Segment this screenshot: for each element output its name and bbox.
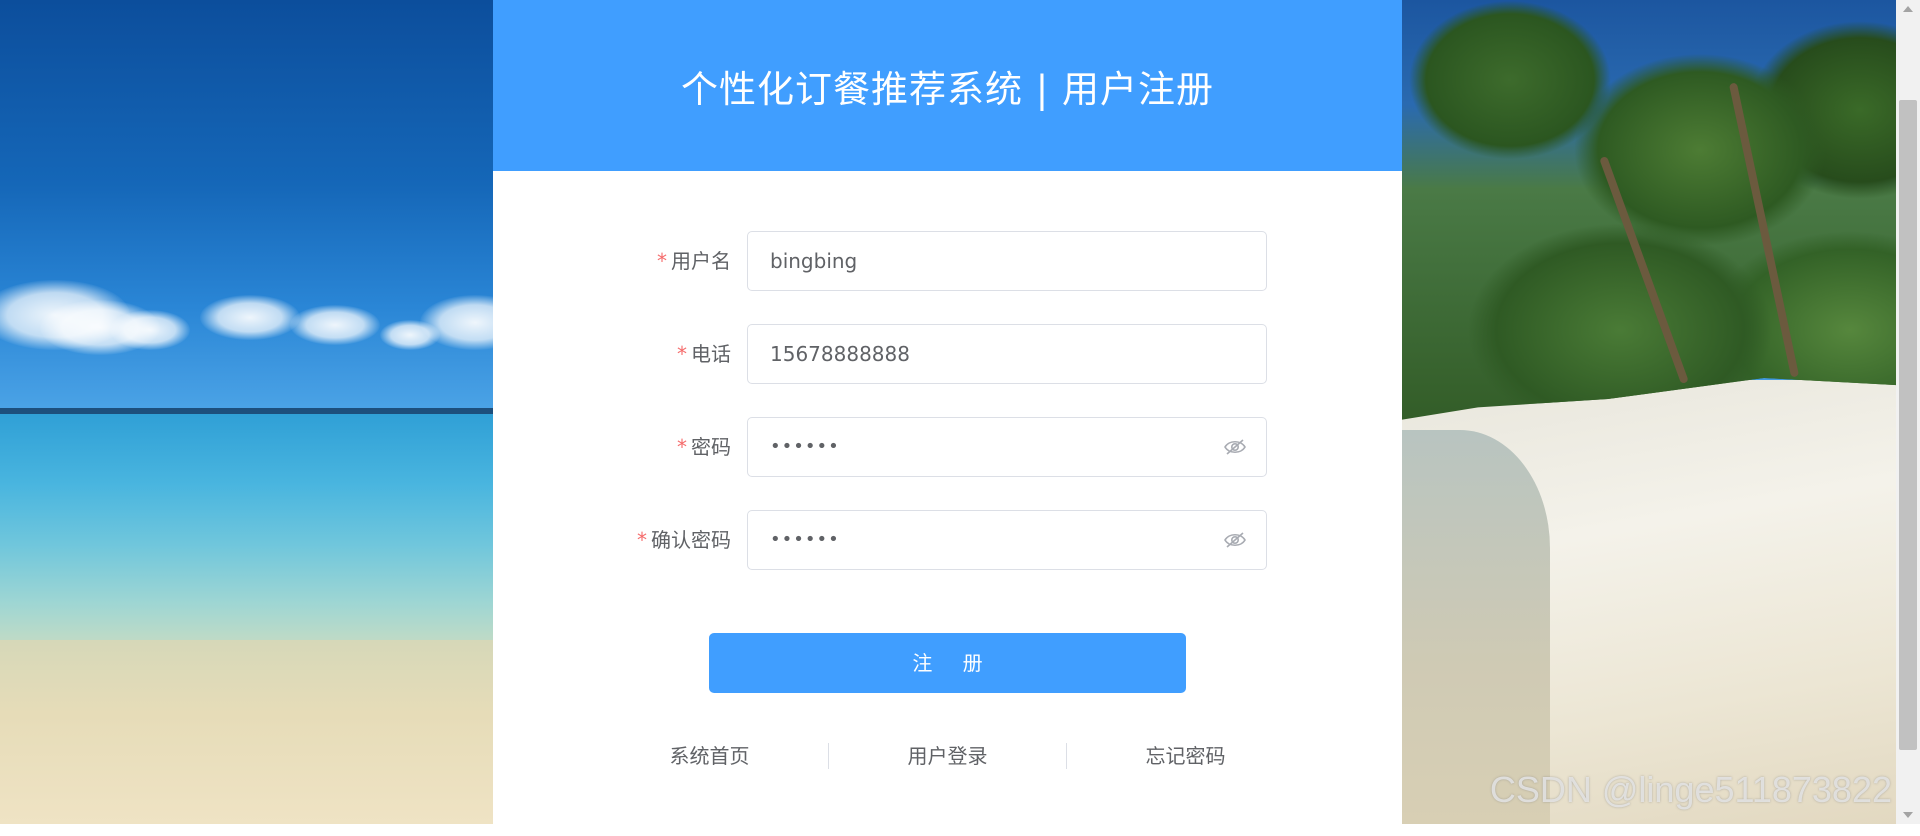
page-title: 个性化订餐推荐系统 | 用户注册 <box>681 67 1214 111</box>
confirm-password-value: •••••• <box>770 529 840 550</box>
wet-sand <box>1400 430 1550 824</box>
form-row-confirm-password: * 确认密码 •••••• <box>493 510 1402 570</box>
vertical-scrollbar[interactable] <box>1896 0 1920 824</box>
form-row-username: * 用户名 bingbing <box>493 231 1402 291</box>
cloud <box>380 320 440 350</box>
eye-off-icon[interactable] <box>1224 437 1246 457</box>
home-link[interactable]: 系统首页 <box>591 741 828 771</box>
register-card: 个性化订餐推荐系统 | 用户注册 * 用户名 bingbing * 电话 15678… <box>493 0 1402 836</box>
password-input[interactable]: •••••• <box>747 417 1267 477</box>
required-mark: * <box>657 249 667 273</box>
password-label: * 密码 <box>677 435 731 459</box>
eye-off-icon[interactable] <box>1224 530 1246 550</box>
register-button[interactable]: 注 册 <box>709 633 1186 693</box>
phone-label: * 电话 <box>677 342 731 366</box>
scroll-thumb[interactable] <box>1899 100 1917 750</box>
username-input[interactable]: bingbing <box>747 231 1267 291</box>
confirm-password-label: * 确认密码 <box>637 528 731 552</box>
phone-value: 15678888888 <box>770 342 910 366</box>
scroll-down-arrow-icon[interactable] <box>1896 806 1920 824</box>
watermark: CSDN @linge511873822 <box>1489 769 1892 810</box>
confirm-password-input[interactable]: •••••• <box>747 510 1267 570</box>
footer-links: 系统首页 用户登录 忘记密码 <box>493 741 1402 771</box>
card-header: 个性化订餐推荐系统 | 用户注册 <box>493 0 1402 171</box>
username-label: * 用户名 <box>657 249 731 273</box>
phone-input[interactable]: 15678888888 <box>747 324 1267 384</box>
cloud <box>290 305 380 345</box>
username-value: bingbing <box>770 249 858 273</box>
required-mark: * <box>637 528 647 552</box>
form-row-phone: * 电话 15678888888 <box>493 324 1402 384</box>
login-link[interactable]: 用户登录 <box>829 741 1066 771</box>
cloud <box>110 310 190 350</box>
forgot-password-link[interactable]: 忘记密码 <box>1067 741 1304 771</box>
palm-trees <box>1400 0 1920 420</box>
required-mark: * <box>677 435 687 459</box>
scroll-up-arrow-icon[interactable] <box>1896 0 1920 18</box>
cloud <box>200 295 300 340</box>
form-row-password: * 密码 •••••• <box>493 417 1402 477</box>
required-mark: * <box>677 342 687 366</box>
password-value: •••••• <box>770 436 840 457</box>
